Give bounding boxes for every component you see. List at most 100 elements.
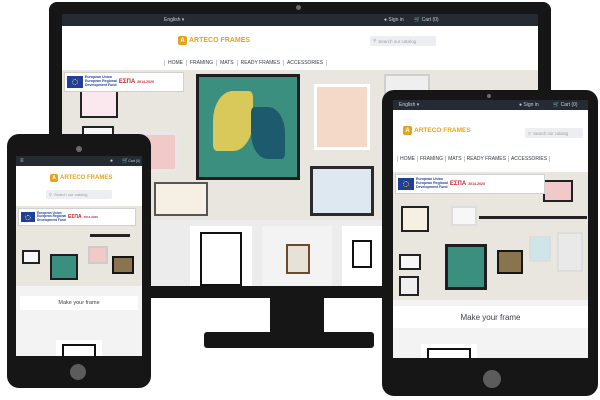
hero-frame-art [310, 166, 374, 216]
product-tile[interactable] [262, 226, 332, 286]
cart-link[interactable]: 🛒 Cart (0) [553, 102, 578, 108]
hero-frame-art [399, 276, 419, 296]
product-tile[interactable] [421, 344, 477, 358]
hero-frame-heart-art [112, 256, 134, 274]
user-icon[interactable]: ● [110, 158, 113, 164]
hero-frame-heart-art [497, 250, 523, 274]
nav-accessories[interactable]: ACCESSORIES [284, 60, 328, 66]
cart-icon: 🛒 [414, 17, 421, 23]
nav-ready-frames[interactable]: READY FRAMES [465, 156, 509, 162]
logo-mark-icon: A [50, 174, 58, 182]
site-logo[interactable]: A ARTECO FRAMES [403, 126, 471, 135]
cart-icon: 🛒 [553, 102, 560, 108]
espa-logo-text: ΕΣΠΑ [68, 214, 82, 220]
site-header: A ARTECO FRAMES ⚲ Search our catalog [16, 166, 142, 206]
hero-frame-art [401, 206, 429, 232]
nav-mats[interactable]: MATS [217, 60, 238, 66]
hero-frame-art [22, 250, 40, 264]
nav-accessories[interactable]: ACCESSORIES [509, 156, 551, 162]
hero-frame-palm-art [445, 244, 487, 290]
phone-camera-icon [76, 146, 82, 152]
monitor-stand-base [204, 332, 374, 348]
nav-framing[interactable]: FRAMING [418, 156, 447, 162]
site-logo[interactable]: A ARTECO FRAMES [50, 174, 112, 182]
eu-funding-banner: European Union European Regional Develop… [64, 72, 184, 92]
logo-mark-icon: A [403, 126, 412, 135]
product-tile[interactable] [190, 226, 252, 286]
eu-flag-icon [67, 76, 83, 88]
empty-frame-image [427, 348, 471, 358]
tablet-camera-icon [487, 94, 491, 98]
hero-leaf-shape [213, 91, 253, 151]
eu-funding-banner: European Union European Regional Develop… [395, 174, 545, 194]
search-icon: ⚲ [528, 130, 532, 136]
tablet-screen: English ▾ ● Sign in 🛒 Cart (0) A ARTECO … [393, 100, 588, 358]
user-icon: ● [384, 17, 388, 23]
espa-years: 2014-2020 [137, 80, 154, 84]
product-tile[interactable] [56, 340, 102, 356]
phone-screen: ≡ ● 🛒Cart (0) A ARTECO FRAMES ⚲ Search o… [16, 156, 142, 356]
cart-link[interactable]: 🛒Cart (0) [122, 158, 140, 164]
site-header: A ARTECO FRAMES ⚲ Search our catalog HOM… [393, 110, 588, 172]
topbar: ≡ ● 🛒Cart (0) [16, 156, 142, 166]
hero-frame-art [451, 206, 477, 226]
espa-logo-text: ΕΣΠΑ [118, 79, 136, 85]
espa-years: 2014-2020 [468, 182, 485, 186]
eu-funding-banner: European Union European Regional Develop… [18, 208, 136, 226]
hero-frame-art [529, 236, 551, 262]
logo-text: ARTECO FRAMES [60, 175, 113, 181]
hero-frame-art [88, 246, 108, 264]
search-input[interactable]: ⚲ Search our catalog [46, 190, 112, 199]
framed-print-image [286, 244, 310, 274]
site-logo[interactable]: A ARTECO FRAMES [178, 36, 250, 45]
nav-ready-frames[interactable]: READY FRAMES [238, 60, 284, 66]
nav-home[interactable]: HOME [397, 156, 418, 162]
eu-flag-icon [398, 178, 414, 190]
framed-print-image [352, 240, 372, 268]
eu-banner-subtitle: Development Fund [416, 184, 448, 189]
language-selector[interactable]: English ▾ [399, 102, 419, 108]
hero-frame-art [399, 254, 421, 270]
hero-gallery-wall: European Union European Regional Develop… [393, 172, 588, 300]
hero-frame-art [154, 182, 208, 216]
main-nav: HOME FRAMING MATS READY FRAMES ACCESSORI… [164, 60, 328, 66]
sign-in-link[interactable]: ● Sign in [519, 102, 539, 108]
nav-home[interactable]: HOME [164, 60, 187, 66]
hero-frame-palm-art [50, 254, 78, 280]
hero-frame-art [557, 232, 583, 272]
hero-frame-art [314, 84, 370, 150]
eu-banner-subtitle: Development Fund [37, 217, 66, 222]
logo-text: ARTECO FRAMES [189, 37, 251, 44]
logo-mark-icon: A [178, 36, 187, 45]
logo-text: ARTECO FRAMES [414, 127, 471, 134]
tablet-home-button[interactable] [483, 370, 501, 388]
main-nav: HOME FRAMING MATS READY FRAMES ACCESSORI… [397, 156, 551, 162]
phone-home-button[interactable] [70, 364, 86, 380]
search-input[interactable]: ⚲ Search our catalog [370, 36, 436, 46]
picture-ledge [90, 234, 130, 237]
sign-in-link[interactable]: ● Sign in [384, 17, 404, 23]
empty-frame-image [200, 232, 242, 286]
user-icon: ● [519, 102, 523, 108]
monitor-camera-icon [296, 5, 301, 10]
cart-link[interactable]: 🛒 Cart (0) [414, 17, 439, 23]
topbar: English ▾ ● Sign in 🛒 Cart (0) [393, 100, 588, 110]
make-your-frame-button[interactable]: Make your frame [393, 306, 588, 328]
nav-framing[interactable]: FRAMING [187, 60, 218, 66]
make-your-frame-button[interactable]: Make your frame [20, 296, 138, 310]
menu-icon[interactable]: ≡ [20, 158, 24, 164]
topbar: English ▾ ● Sign in 🛒 Cart (0) [62, 14, 538, 26]
hero-frame-palm-art [196, 74, 300, 180]
eu-flag-icon [21, 212, 35, 222]
search-input[interactable]: ⚲ Search our catalog [525, 128, 583, 138]
monitor-stand-neck [270, 298, 324, 334]
espa-logo-text: ΕΣΠΑ [449, 181, 467, 187]
hero-frame-art [543, 180, 573, 202]
hero-gallery-wall: European Union European Regional Develop… [16, 206, 142, 286]
language-selector[interactable]: English ▾ [164, 17, 184, 23]
product-tile[interactable] [517, 346, 569, 358]
empty-frame-image [62, 344, 96, 356]
nav-mats[interactable]: MATS [446, 156, 465, 162]
site-header: A ARTECO FRAMES ⚲ Search our catalog HOM… [62, 26, 538, 70]
picture-ledge [479, 216, 587, 219]
